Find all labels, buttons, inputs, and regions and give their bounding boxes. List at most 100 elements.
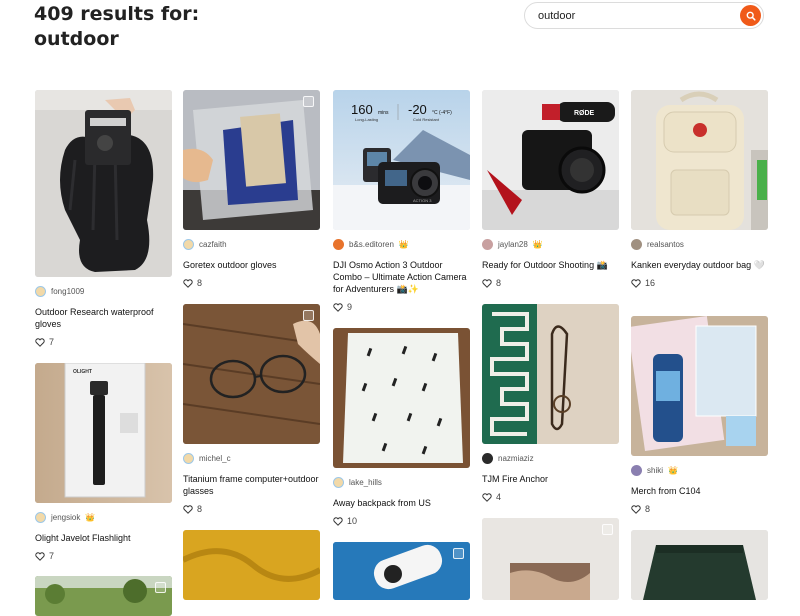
like-button[interactable]: 16	[631, 277, 768, 289]
select-checkbox-icon[interactable]	[602, 524, 613, 535]
result-card[interactable]: fong1009 Outdoor Research waterproof glo…	[35, 90, 172, 348]
card-title[interactable]: Kanken everyday outdoor bag 🤍	[631, 259, 768, 271]
result-card[interactable]: RØDE jaylan28 👑 Ready for Outdoor Shooti…	[482, 90, 619, 289]
card-title[interactable]: Ready for Outdoor Shooting 📸	[482, 259, 619, 271]
result-card[interactable]: 160 mins Long-Lasting -20 °C (-4°F) Cold…	[333, 90, 470, 313]
card-title[interactable]: Merch from C104	[631, 485, 768, 497]
like-button[interactable]: 8	[482, 277, 619, 289]
like-button[interactable]: 8	[183, 503, 320, 515]
avatar[interactable]	[482, 239, 493, 250]
heart-icon	[183, 278, 193, 288]
card-title[interactable]: Titanium frame computer+outdoor glasses	[183, 473, 320, 497]
card-author[interactable]: lake_hills	[333, 476, 470, 489]
results-heading: 409 results for: outdoor	[34, 2, 199, 52]
card-title[interactable]: TJM Fire Anchor	[482, 473, 619, 485]
avatar[interactable]	[631, 239, 642, 250]
author-name[interactable]: nazmiaziz	[498, 454, 534, 463]
camera-label-text: ACTION 3	[413, 198, 432, 203]
spec1-unit-text: mins	[378, 110, 389, 116]
card-author[interactable]: shiki 👑	[631, 464, 768, 477]
card-image-merch[interactable]	[631, 316, 768, 456]
spec1-label-text: Long-Lasting	[355, 117, 378, 122]
avatar[interactable]	[482, 453, 493, 464]
card-image-security-camera[interactable]	[333, 542, 470, 600]
card-image-camo-pouch[interactable]	[482, 518, 619, 600]
select-checkbox-icon[interactable]	[453, 548, 464, 559]
card-author[interactable]: jengsiok 👑	[35, 511, 172, 524]
avatar[interactable]	[183, 453, 194, 464]
card-title[interactable]: Outdoor Research waterproof gloves	[35, 306, 172, 330]
avatar[interactable]	[35, 286, 46, 297]
search-input[interactable]	[538, 7, 728, 24]
like-button[interactable]: 8	[183, 277, 320, 289]
result-card[interactable]: cazfaith Goretex outdoor gloves 8	[183, 90, 320, 289]
card-title[interactable]: Olight Javelot Flashlight	[35, 532, 172, 544]
like-button[interactable]: 7	[35, 550, 172, 562]
card-image-gloves[interactable]	[35, 90, 172, 277]
like-count: 8	[197, 278, 203, 288]
result-card[interactable]: nazmiaziz TJM Fire Anchor 4	[482, 304, 619, 503]
result-card[interactable]: OLIGHT jengsiok 👑 Olight Javelot Flashli…	[35, 363, 172, 562]
result-card[interactable]: shiki 👑 Merch from C104 8	[631, 316, 768, 515]
card-image-garden[interactable]	[35, 576, 172, 616]
author-name[interactable]: b&s.editoren	[349, 240, 394, 249]
heart-icon	[333, 516, 343, 526]
select-checkbox-icon[interactable]	[303, 96, 314, 107]
like-button[interactable]: 10	[333, 515, 470, 527]
select-checkbox-icon[interactable]	[303, 310, 314, 321]
like-button[interactable]: 4	[482, 491, 619, 503]
card-image-flashlight[interactable]: OLIGHT	[35, 363, 172, 503]
card-image-dji-camera[interactable]: 160 mins Long-Lasting -20 °C (-4°F) Cold…	[333, 90, 470, 230]
card-title[interactable]: DJI Osmo Action 3 Outdoor Combo – Ultima…	[333, 259, 470, 295]
heart-icon	[333, 302, 343, 312]
card-author[interactable]: jaylan28 👑	[482, 238, 619, 251]
author-name[interactable]: realsantos	[647, 240, 684, 249]
avatar[interactable]	[333, 239, 344, 250]
search-button[interactable]	[740, 5, 761, 26]
select-checkbox-icon[interactable]	[155, 582, 166, 593]
author-name[interactable]: michel_c	[199, 454, 231, 463]
result-card[interactable]: lake_hills Away backpack from US 10	[333, 328, 470, 527]
card-title[interactable]: Goretex outdoor gloves	[183, 259, 320, 271]
like-button[interactable]: 8	[631, 503, 768, 515]
crown-icon: 👑	[668, 466, 678, 475]
avatar[interactable]	[183, 239, 194, 250]
card-image-green-skirt[interactable]	[631, 530, 768, 600]
heart-icon	[183, 504, 193, 514]
card-author[interactable]: realsantos	[631, 238, 768, 251]
card-author[interactable]: michel_c	[183, 452, 320, 465]
author-name[interactable]: shiki	[647, 466, 663, 475]
avatar[interactable]	[631, 465, 642, 476]
card-author[interactable]: cazfaith	[183, 238, 320, 251]
card-image-goretex[interactable]	[183, 90, 320, 230]
avatar[interactable]	[333, 477, 344, 488]
card-author[interactable]: fong1009	[35, 285, 172, 298]
result-card[interactable]	[631, 530, 768, 600]
card-author[interactable]: nazmiaziz	[482, 452, 619, 465]
result-card[interactable]: michel_c Titanium frame computer+outdoor…	[183, 304, 320, 515]
card-image-glasses[interactable]	[183, 304, 320, 444]
like-button[interactable]: 7	[35, 336, 172, 348]
card-author[interactable]: b&s.editoren 👑	[333, 238, 470, 251]
result-card[interactable]	[35, 576, 172, 616]
card-image-kanken-bag[interactable]	[631, 90, 768, 230]
author-name[interactable]: jaylan28	[498, 240, 528, 249]
card-title[interactable]: Away backpack from US	[333, 497, 470, 509]
card-image-rode-camera[interactable]: RØDE	[482, 90, 619, 230]
result-card[interactable]	[333, 542, 470, 600]
result-card[interactable]	[482, 518, 619, 600]
card-image-fire-anchor[interactable]	[482, 304, 619, 444]
author-name[interactable]: jengsiok	[51, 513, 80, 522]
author-name[interactable]: cazfaith	[199, 240, 227, 249]
heart-icon	[35, 337, 45, 347]
result-card[interactable]	[183, 530, 320, 600]
search-box[interactable]	[524, 2, 764, 29]
author-name[interactable]: lake_hills	[349, 478, 382, 487]
result-card[interactable]: realsantos Kanken everyday outdoor bag 🤍…	[631, 90, 768, 289]
avatar[interactable]	[35, 512, 46, 523]
card-image-yellow-jacket[interactable]	[183, 530, 320, 600]
card-image-backpack[interactable]	[333, 328, 470, 468]
author-name[interactable]: fong1009	[51, 287, 84, 296]
spec2-unit-text: °C (-4°F)	[432, 110, 452, 116]
like-button[interactable]: 9	[333, 301, 470, 313]
